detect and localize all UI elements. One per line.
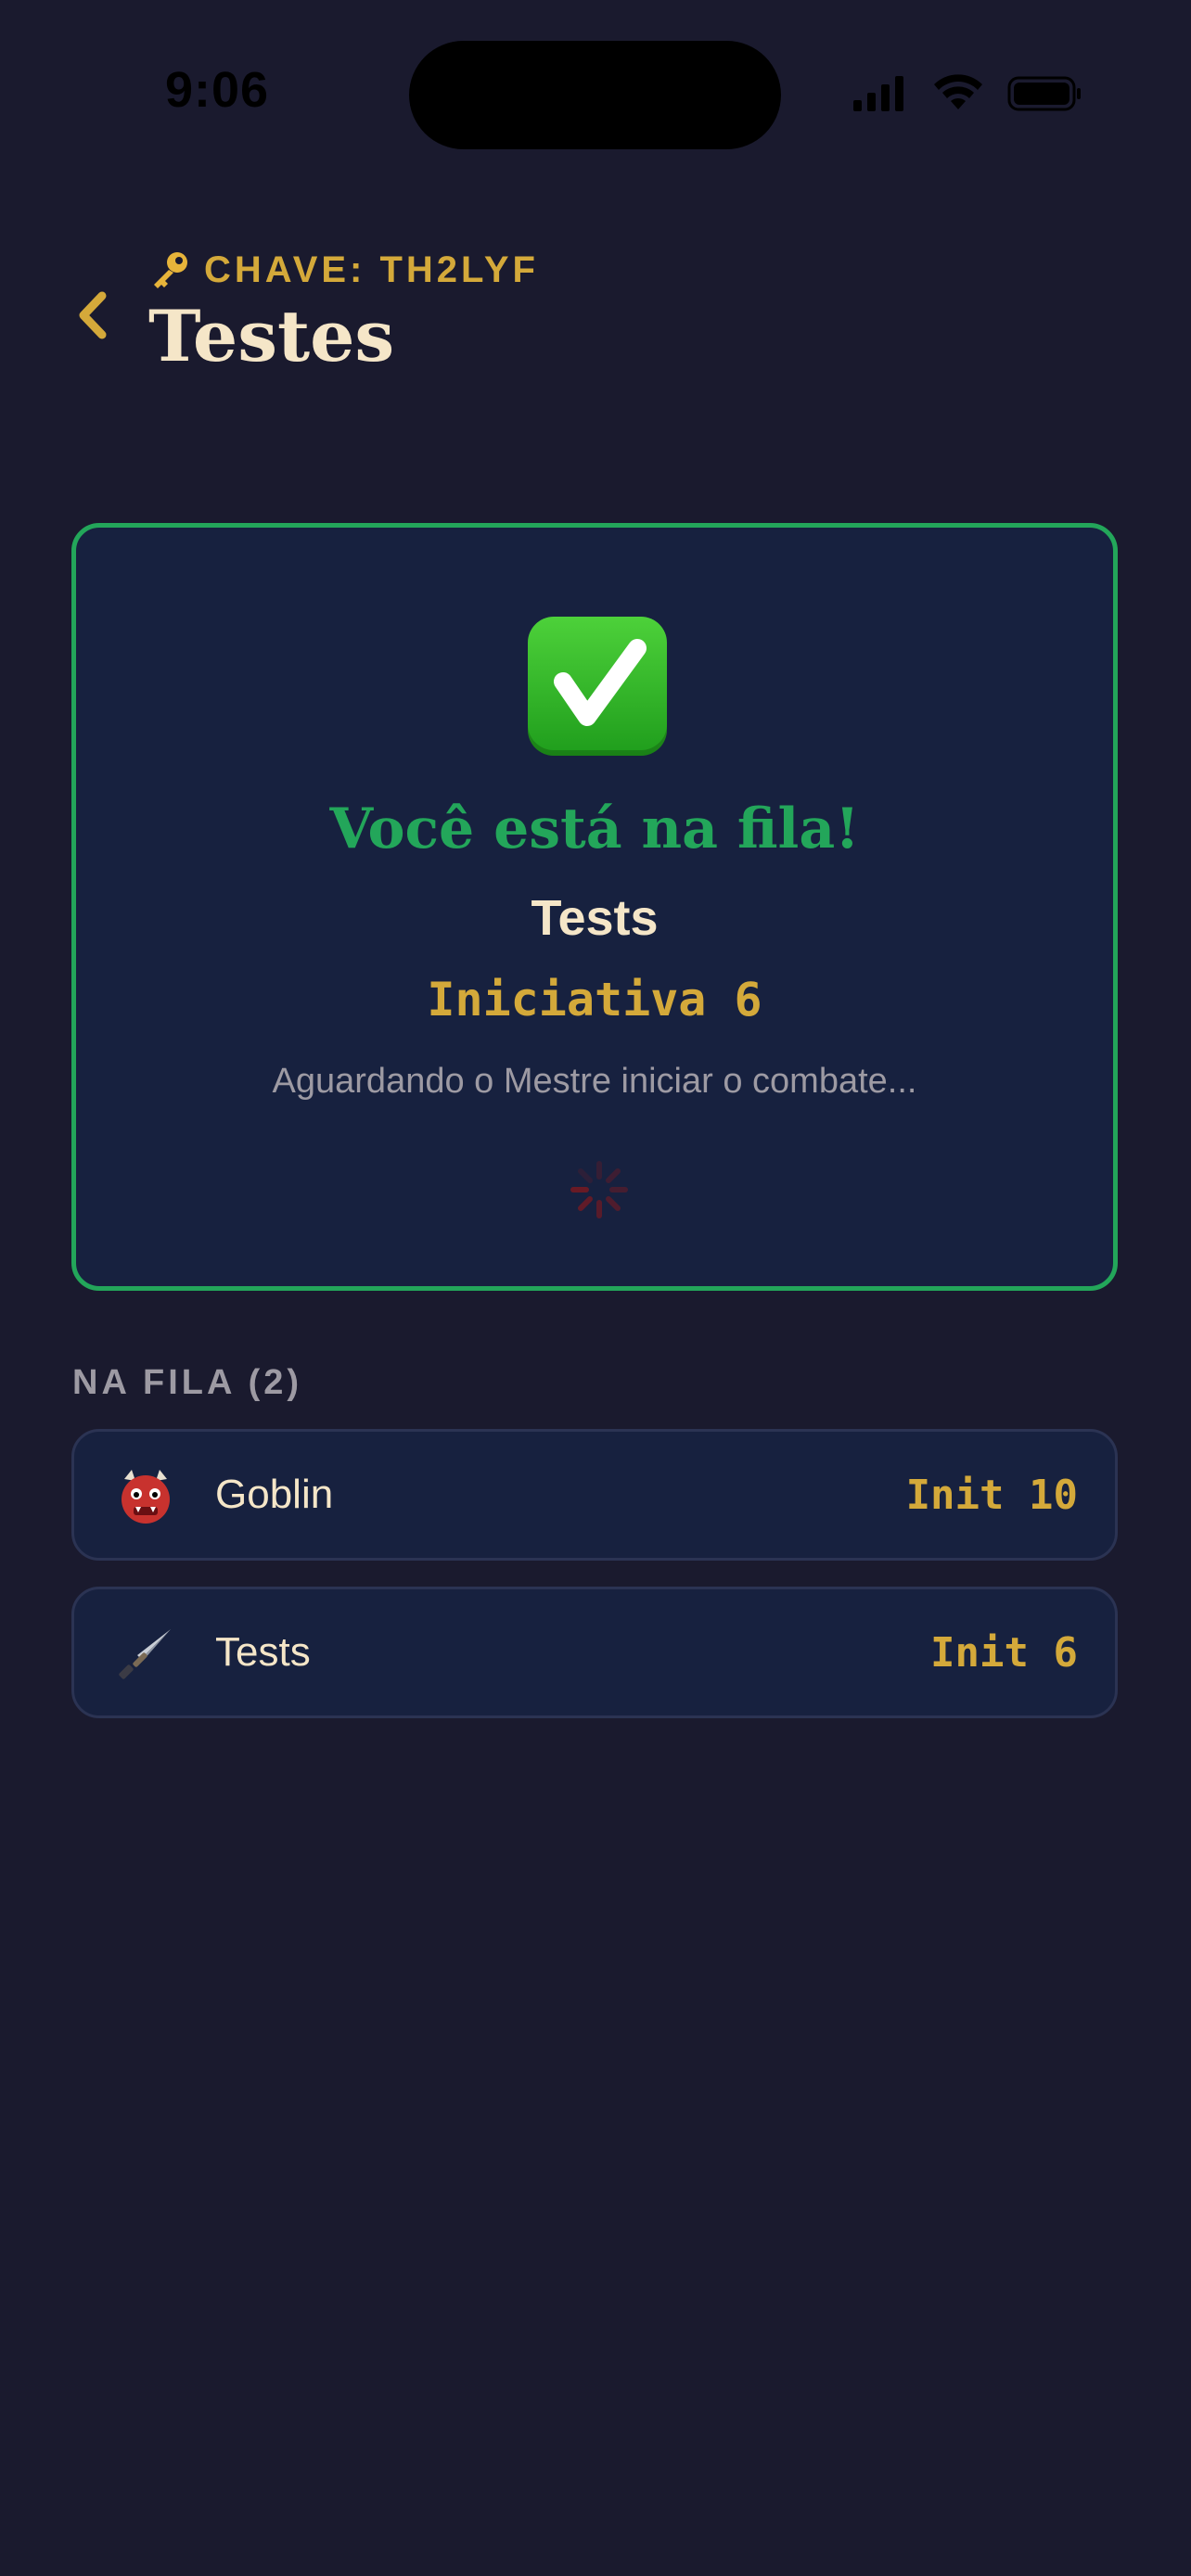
page-title: Testes bbox=[148, 295, 395, 377]
key-icon bbox=[154, 252, 187, 288]
room-key: CHAVE: TH2LYF bbox=[148, 249, 539, 291]
status-icons bbox=[853, 74, 1081, 111]
waiting-status: Aguardando o Mestre iniciar o combate... bbox=[272, 1062, 917, 1101]
initiative-value: Iniciativa 6 bbox=[427, 973, 762, 1027]
character-name: Tests bbox=[531, 890, 659, 946]
queue-item-initiative: Init 6 bbox=[930, 1628, 1078, 1677]
back-button[interactable] bbox=[65, 278, 121, 352]
battery-icon bbox=[1007, 76, 1081, 111]
queue-confirmation-card: Você está na fila! Tests Iniciativa 6 Ag… bbox=[71, 523, 1118, 1291]
ogre-icon bbox=[113, 1464, 178, 1529]
queue-item-name: Tests bbox=[215, 1629, 311, 1675]
status-time: 9:06 bbox=[165, 62, 270, 118]
loading-spinner-icon bbox=[570, 1161, 628, 1218]
cellular-signal-icon bbox=[853, 76, 903, 111]
dagger-icon bbox=[113, 1622, 178, 1687]
status-bar: 9:06 bbox=[0, 0, 1191, 185]
confirmation-title: Você está na fila! bbox=[329, 797, 860, 861]
queue-item-initiative: Init 10 bbox=[905, 1471, 1078, 1519]
wifi-icon bbox=[934, 74, 982, 109]
dynamic-island bbox=[409, 41, 781, 149]
check-mark-icon bbox=[528, 617, 667, 756]
queue-list-item: Tests Init 6 bbox=[71, 1587, 1118, 1718]
queue-list-item: Goblin Init 10 bbox=[71, 1429, 1118, 1561]
room-key-label: CHAVE: TH2LYF bbox=[204, 249, 539, 290]
queue-section-label: NA FILA (2) bbox=[72, 1363, 303, 1402]
queue-item-name: Goblin bbox=[215, 1472, 334, 1517]
chevron-left-icon bbox=[79, 291, 107, 339]
